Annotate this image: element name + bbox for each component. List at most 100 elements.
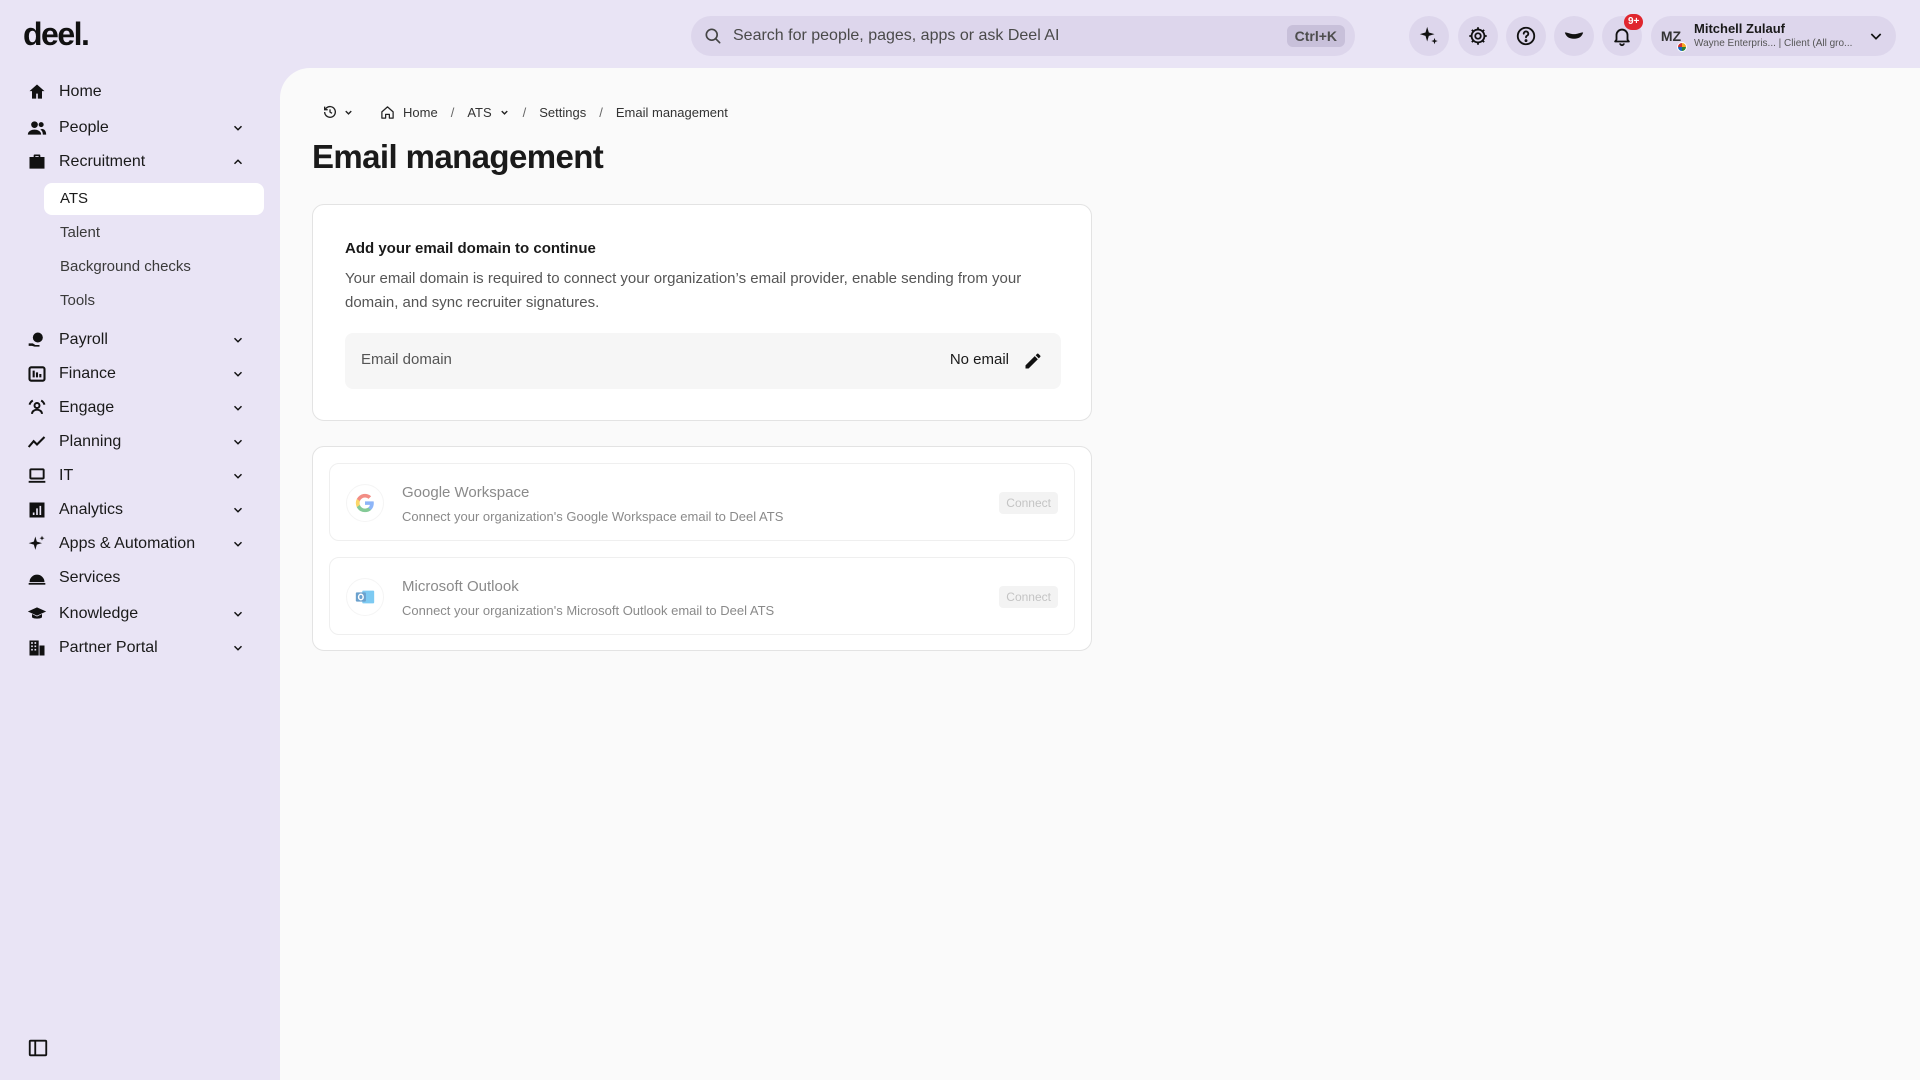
history-button[interactable] <box>322 104 354 120</box>
sidebar-collapse-icon[interactable] <box>27 1037 49 1059</box>
sidebar-item-analytics[interactable]: Analytics <box>27 493 253 527</box>
sidebar-item-home[interactable]: Home <box>27 75 253 109</box>
org-status-icon <box>1677 42 1687 52</box>
avatar-initials: MZ <box>1660 28 1682 44</box>
breadcrumb-ats[interactable]: ATS <box>467 105 509 120</box>
connect-outlook-button[interactable]: Connect <box>999 586 1058 608</box>
sidebar-item-label: Home <box>59 83 102 100</box>
search-icon <box>705 28 721 44</box>
search-shortcut-badge: Ctrl+K <box>1286 25 1345 47</box>
graduation-cap-icon <box>27 604 47 624</box>
sidebar-item-label: Knowledge <box>59 605 139 622</box>
sidebar-item-it[interactable]: IT <box>27 459 253 493</box>
chevron-down-icon <box>345 110 352 115</box>
notification-count-badge: 9+ <box>1624 14 1644 30</box>
sidebar-item-services[interactable]: Services <box>27 561 253 595</box>
help-icon <box>1516 26 1536 46</box>
avatar: MZ <box>1654 19 1688 53</box>
bell-service-icon <box>27 568 47 588</box>
profile-menu[interactable]: MZ Mitchell Zulauf Wayne Enterpris... | … <box>1651 16 1896 56</box>
sidebar-item-apps-automation[interactable]: Apps & Automation <box>27 527 253 561</box>
deel-logo[interactable]: deel. <box>23 16 90 53</box>
briefcase-icon <box>27 152 47 172</box>
chart-line-icon <box>27 432 47 452</box>
payroll-icon <box>27 330 47 350</box>
sidebar-item-payroll[interactable]: Payroll <box>27 323 253 357</box>
breadcrumb-separator: / <box>599 104 603 120</box>
settings-button[interactable] <box>1458 16 1498 56</box>
sparkle-icon <box>27 534 47 554</box>
sidebar-item-label: Recruitment <box>59 153 146 170</box>
sidebar-item-people[interactable]: People <box>27 111 253 145</box>
profile-name: Mitchell Zulauf <box>1694 21 1785 36</box>
pencil-icon[interactable] <box>1023 351 1043 371</box>
bird-icon <box>1564 32 1584 39</box>
provider-microsoft-outlook: Microsoft Outlook Connect your organizat… <box>329 557 1075 635</box>
home-icon <box>27 82 47 102</box>
provider-name: Microsoft Outlook <box>402 578 519 595</box>
chevron-down-icon <box>233 611 243 617</box>
building-icon <box>27 638 47 658</box>
chevron-down-icon <box>233 125 243 131</box>
engage-icon <box>27 398 47 418</box>
history-icon <box>324 105 336 118</box>
sidebar-subitem-tools[interactable]: Tools <box>44 285 264 317</box>
sidebar-subitem-background-checks[interactable]: Background checks <box>44 251 264 283</box>
chevron-down-icon <box>233 405 243 411</box>
chevron-down-icon <box>1870 33 1882 40</box>
page-title: Email management <box>312 138 604 175</box>
calendar-button[interactable] <box>1554 16 1594 56</box>
provider-description: Connect your organization's Google Works… <box>402 509 784 524</box>
breadcrumb-settings[interactable]: Settings <box>539 105 586 120</box>
search-input[interactable] <box>733 16 1253 56</box>
breadcrumb-separator: / <box>522 104 527 120</box>
sidebar-item-partner-portal[interactable]: Partner Portal <box>27 631 253 665</box>
top-bar: deel. Ctrl+K 9+ MZ Mitchell Zulauf Wayne… <box>0 0 1920 70</box>
sidebar-subitem-talent[interactable]: Talent <box>44 217 264 249</box>
help-button[interactable] <box>1506 16 1546 56</box>
sidebar-item-label: People <box>59 119 109 136</box>
email-domain-field: Email domain No email <box>345 333 1061 389</box>
chevron-down-icon <box>233 371 243 377</box>
connect-google-button[interactable]: Connect <box>999 492 1058 514</box>
email-domain-label: Email domain <box>361 351 452 368</box>
email-domain-card-title: Add your email domain to continue <box>345 240 596 257</box>
sidebar-item-label: Apps & Automation <box>59 535 196 552</box>
sidebar-item-planning[interactable]: Planning <box>27 425 253 459</box>
notifications-button[interactable]: 9+ <box>1602 14 1644 56</box>
chevron-up-icon <box>233 159 243 165</box>
sidebar-item-knowledge[interactable]: Knowledge <box>27 597 253 631</box>
breadcrumb-home[interactable]: Home <box>380 105 438 120</box>
sparkle-icon <box>1419 26 1438 45</box>
breadcrumb: Home / ATS / Settings / Email management <box>322 102 728 122</box>
chevron-down-icon <box>233 507 243 513</box>
breadcrumb-separator: / <box>450 104 455 120</box>
analytics-icon <box>27 500 47 520</box>
chevron-down-icon <box>233 645 243 651</box>
chevron-down-icon <box>500 110 508 115</box>
sidebar-item-label: Services <box>59 569 121 586</box>
profile-subtitle: Wayne Enterpris... | Client (All gro... <box>1694 38 1853 49</box>
deel-ai-button[interactable] <box>1409 16 1449 56</box>
google-icon <box>346 484 384 522</box>
gear-icon <box>1469 27 1487 45</box>
breadcrumb-home-label: Home <box>403 104 438 120</box>
sidebar-item-label: Planning <box>59 433 122 450</box>
breadcrumb-ats-label: ATS <box>467 104 492 120</box>
people-icon <box>27 118 47 138</box>
sidebar-item-label: Analytics <box>59 501 124 518</box>
email-domain-card: Add your email domain to continue Your e… <box>312 204 1092 421</box>
chevron-down-icon <box>233 541 243 547</box>
sidebar-item-label: Payroll <box>59 331 108 348</box>
provider-description: Connect your organization's Microsoft Ou… <box>402 603 775 618</box>
sidebar-subitem-ats[interactable]: ATS <box>44 183 264 215</box>
email-domain-card-description: Your email domain is required to connect… <box>345 270 1022 311</box>
global-search[interactable]: Ctrl+K <box>691 16 1355 56</box>
outlook-icon <box>346 578 384 616</box>
sidebar-item-finance[interactable]: Finance <box>27 357 253 391</box>
home-outline-icon <box>381 105 394 119</box>
sidebar-item-recruitment[interactable]: Recruitment <box>27 145 253 179</box>
email-providers-card: Google Workspace Connect your organizati… <box>312 446 1092 651</box>
sidebar-item-label: Engage <box>59 399 115 416</box>
sidebar-item-engage[interactable]: Engage <box>27 391 253 425</box>
